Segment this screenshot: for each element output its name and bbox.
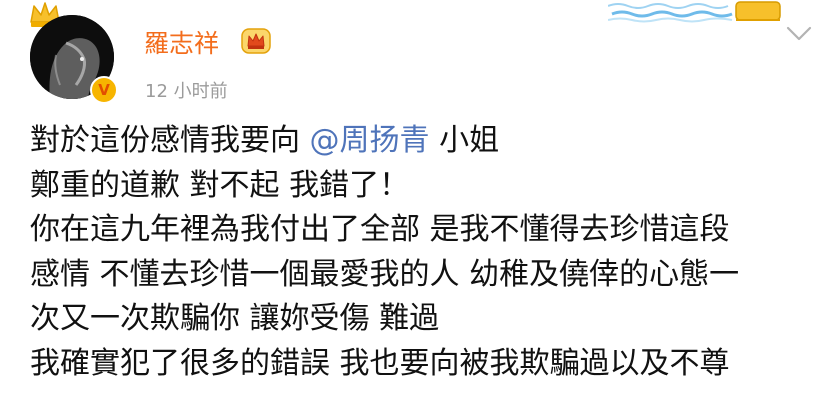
chevron-down-icon[interactable] [786, 24, 812, 42]
wave-decoration-icon [608, 1, 781, 23]
username[interactable]: 羅志祥 [144, 24, 219, 60]
crown-icon [241, 28, 271, 54]
post-line: 鄭重的道歉 對不起 我錯了！ [30, 167, 410, 203]
post-body: 對於這份感情我要向 @周扬青 小姐 鄭重的道歉 對不起 我錯了！ 你在這九年裡為… [30, 119, 830, 386]
mention-link[interactable]: @周扬青 [310, 123, 430, 158]
post-line: 你在這九年裡為我付出了全部 是我不懂得去珍惜這段 [30, 212, 730, 247]
post-text: 對於這份感情我要向 [30, 123, 300, 158]
post-line: 對於這份感情我要向 @周扬青 小姐 [30, 119, 830, 164]
post-line: 我確實犯了很多的錯誤 我也要向被我欺騙過以及不尊 [30, 345, 730, 381]
verified-badge: V [90, 76, 118, 104]
post-text: 小姐 [439, 123, 500, 158]
post-timestamp: 12 小时前 [145, 81, 228, 102]
post-line: 次又一次欺騙你 讓妳受傷 難過 [30, 301, 440, 336]
post-line: 感情 不懂去珍惜一個最愛我的人 幼稚及僥倖的心態一 [30, 256, 740, 292]
